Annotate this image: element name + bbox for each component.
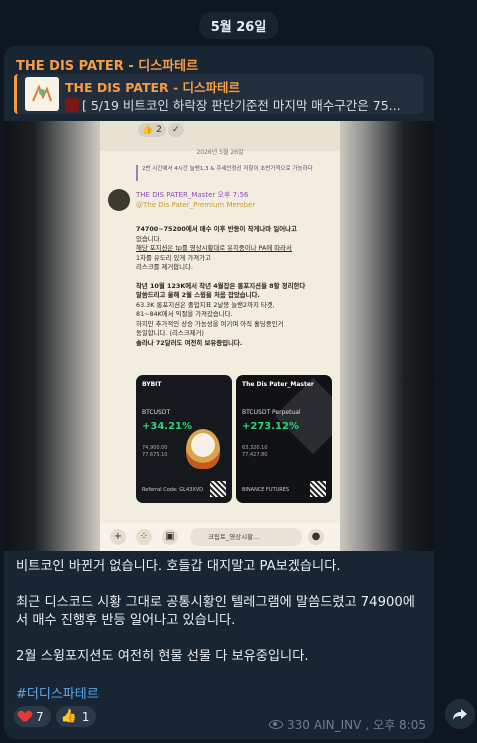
message-meta: 330 AIN_INV, 오후 8:05 (268, 716, 426, 733)
bybit-pnl-card: BYBIT BTCUSDT +34.21% 74,900.00 77,675.10… (136, 375, 232, 503)
author-name: THE DIS PATER_Master 오후 7:56 (136, 191, 249, 199)
mini-reaction: ✓ (168, 123, 184, 137)
channel-logo-icon (25, 77, 59, 111)
reaction-heart[interactable]: 7 (14, 706, 51, 727)
binance-pnl-card: The Dis Pater_Master BTCUSDT Perpetual +… (236, 375, 332, 503)
rocket-icon (186, 429, 220, 469)
heart-icon (19, 711, 31, 722)
screenshot-input-bar: + ⁘ ▣ 크립토_영상시황... ● (100, 523, 340, 551)
mini-reaction: 👍 2 (138, 123, 166, 137)
message-text: 비트코인 바뀐거 없습니다. 호들갑 대지말고 PA보겠습니다. 최근 디스코드… (16, 558, 426, 684)
post-photo[interactable]: 👍 2 ✓ 2026년 5월 26일 2번 시간에서 4시간 늘밴1,3 & 주… (4, 121, 434, 551)
qr-code-icon (310, 481, 326, 497)
qr-code-icon (210, 481, 226, 497)
screenshot-quote: 2번 시간에서 4시간 늘밴1,3 & 주세안정선 저항이 초반가적으로 가능하… (136, 165, 336, 181)
reply-text: [ 5/19 비트코인 하락장 판단기준전 마지막 매수구간은 75... (65, 95, 420, 114)
date-separator: 5월 26일 (198, 12, 279, 39)
red-emoji-icon (65, 98, 79, 112)
reactions-bar: 7 👍 1 (14, 706, 97, 727)
forward-arrow-icon (453, 709, 467, 720)
views-eye-icon (268, 720, 283, 729)
hashtag-link[interactable]: #더디스파테르 (16, 683, 99, 702)
share-button[interactable] (445, 699, 475, 729)
screenshot-date: 2026년 5월 26일 (196, 149, 244, 156)
post-author: AIN_INV (313, 717, 362, 732)
channel-name[interactable]: THE DIS PATER - 디스파테르 (16, 55, 198, 74)
screenshot-input: 크립토_영상시황... (190, 528, 302, 546)
binance-logo-icon (274, 377, 332, 455)
apps-icon: ⁘ (136, 529, 152, 545)
screenshot-body: 74700~75200에서 매수 이후 반등이 작게나마 일어나고 있습니다. … (136, 225, 306, 347)
author-avatar (108, 189, 130, 211)
mic-icon: ● (308, 529, 324, 545)
message-paragraph: 최근 디스코드 시황 그대로 공통시황인 텔레그램에 말씀드렸고 74900에서… (16, 595, 415, 628)
channel-post: THE DIS PATER - 디스파테르 THE DIS PATER - 디스… (4, 46, 434, 739)
view-count: 330 (286, 717, 310, 732)
thumbs-up-icon: 👍 (60, 709, 77, 724)
reply-title: THE DIS PATER - 디스파테르 (65, 80, 241, 95)
author-tag: @The Dis Pater_Premium Member (136, 201, 256, 209)
gift-icon: ▣ (162, 529, 178, 545)
plus-icon: + (110, 529, 126, 545)
reaction-thumbs-up[interactable]: 👍 1 (55, 706, 97, 727)
message-paragraph: 비트코인 바뀐거 없습니다. 호들갑 대지말고 PA보겠습니다. (16, 559, 341, 574)
post-time: 오후 8:05 (373, 718, 426, 732)
screenshot-image: 👍 2 ✓ 2026년 5월 26일 2번 시간에서 4시간 늘밴1,3 & 주… (100, 121, 340, 551)
message-paragraph: 2월 스윙포지션도 여전히 현물 선물 다 보유중입니다. (16, 649, 309, 664)
reply-preview[interactable]: THE DIS PATER - 디스파테르 [ 5/19 비트코인 하락장 판단… (14, 74, 423, 114)
